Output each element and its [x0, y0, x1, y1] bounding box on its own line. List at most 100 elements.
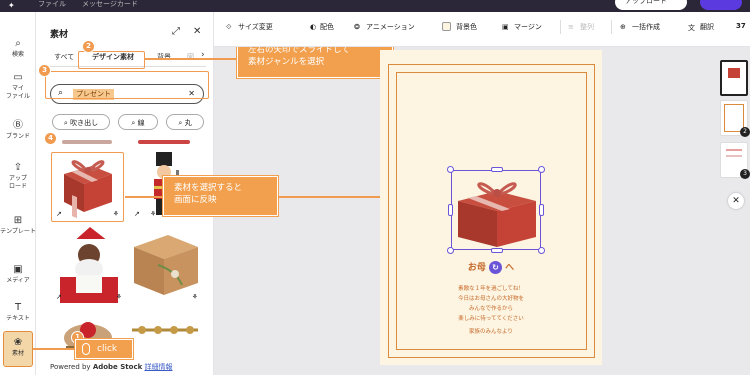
share-button[interactable]	[700, 0, 742, 10]
rail-item-my-files[interactable]: ▭ マイ ファイル	[0, 72, 36, 101]
page-thumb-1[interactable]	[720, 60, 748, 96]
rail-item-upload[interactable]: ⇪ アップ ロード	[0, 162, 36, 191]
rail-item-text[interactable]: T テキスト	[0, 302, 36, 323]
card-heading: お母 ↻ へ	[380, 260, 602, 274]
heading-suffix: へ	[505, 263, 515, 273]
margin-icon: ▣	[502, 23, 509, 31]
bg-color-swatch-icon	[442, 22, 451, 31]
close-icon[interactable]: ✕	[193, 26, 201, 37]
adobe-stock-icon: ⚘	[115, 293, 122, 301]
chip-line[interactable]: ⌕ 線	[118, 114, 158, 130]
zoom-level[interactable]: 37	[736, 22, 746, 30]
rail-label: マイ ファイル	[5, 85, 30, 100]
asset-garland[interactable]	[128, 308, 202, 358]
panel-title: 素材	[50, 30, 69, 40]
toolbar-divider	[611, 20, 612, 34]
adobe-stock-icon: ⚘	[150, 210, 157, 218]
footer-prefix: Powered by	[50, 363, 91, 371]
page-number: 2	[740, 127, 750, 137]
search-icon: ⌕	[15, 38, 21, 49]
resize-icon: ↗	[56, 293, 62, 301]
step3-highlight	[45, 71, 209, 99]
folder-icon: ▭	[13, 72, 23, 83]
learn-more-link[interactable]: 詳細情報	[144, 363, 172, 371]
partial-thumb[interactable]	[128, 136, 202, 146]
stock-footer: Powered by Adobe Stock 詳細情報	[50, 362, 172, 372]
card-signature: 家族のみんなより	[469, 329, 513, 335]
color-button[interactable]: 配色	[320, 22, 334, 32]
upload-icon: ⇪	[13, 162, 23, 173]
rail-label: テキスト	[6, 315, 30, 322]
expand-icon[interactable]: ⤢	[172, 26, 180, 37]
selected-element[interactable]	[451, 170, 541, 250]
asset-santa[interactable]: ↗ ⚘	[52, 225, 126, 303]
rail-label: 検索	[11, 51, 24, 58]
tab-shapes[interactable]: 図	[187, 52, 194, 62]
card-message-line: 今日はお母さんの大好物を	[457, 296, 524, 302]
resize-handle-top[interactable]	[491, 167, 503, 172]
click-label: click	[75, 339, 133, 359]
resize-button[interactable]: サイズ変更	[238, 22, 273, 32]
garland-image	[132, 326, 198, 334]
close-icon[interactable]: ✕	[728, 193, 744, 209]
kraft-box-image	[134, 235, 198, 295]
resize-handle-tr[interactable]	[538, 166, 545, 173]
batch-create-button[interactable]: 一括作成	[632, 22, 660, 32]
document-title[interactable]: メッセージカード	[82, 0, 138, 9]
resize-handle-bl[interactable]	[447, 247, 454, 254]
text-icon: T	[14, 302, 22, 313]
animation-button[interactable]: アニメーション	[366, 22, 415, 32]
rail-item-elements[interactable]: ❀ 素材	[3, 331, 33, 367]
step2-highlight	[78, 51, 145, 69]
resize-icon: ↗	[134, 210, 140, 218]
callout-apply-element: 素材を選択すると 画面に反映	[163, 176, 278, 216]
adobe-stock-icon: ⚘	[191, 293, 198, 301]
bg-color-button[interactable]: 背景色	[456, 22, 477, 32]
translate-icon: 文	[688, 24, 695, 32]
rail-item-media[interactable]: ▣ メディア	[0, 264, 36, 285]
click-connector	[33, 348, 75, 350]
page-thumb-3[interactable]: 3	[720, 142, 750, 179]
rail-label: ブランド	[5, 133, 30, 140]
brand-icon: Ⓑ	[13, 120, 23, 131]
card-message-line: 楽しみに待っててください	[458, 316, 524, 322]
heading-prefix: お母	[467, 263, 486, 273]
tab-all[interactable]: すべて	[54, 52, 74, 62]
mini-text-line	[726, 155, 742, 157]
chip-speech-bubble[interactable]: ⌕ 吹き出し	[52, 114, 110, 130]
app-logo-icon[interactable]: ✦	[8, 1, 17, 10]
mouse-icon	[82, 343, 90, 355]
chip-label: 吹き出し	[70, 119, 99, 127]
margin-button[interactable]: マージン	[514, 22, 542, 32]
rail-item-search[interactable]: ⌕ 検索	[0, 38, 36, 59]
step-badge-2: 2	[82, 40, 95, 53]
page-number: 3	[740, 169, 750, 179]
callout-connector	[145, 58, 236, 60]
toolbar-divider	[560, 20, 561, 34]
resize-handle-right[interactable]	[539, 204, 544, 216]
media-icon: ▣	[13, 264, 23, 275]
step-badge-4: 4	[44, 132, 57, 145]
rotate-icon[interactable]: ↻	[489, 261, 502, 274]
animation-icon: ❂	[354, 23, 360, 31]
translate-button[interactable]: 翻訳	[700, 22, 714, 32]
menu-file[interactable]: ファイル	[38, 0, 66, 9]
resize-icon: ⟐	[226, 23, 232, 31]
rail-label: アップ ロード	[8, 175, 27, 190]
mini-text-line	[726, 149, 742, 151]
resize-handle-br[interactable]	[538, 247, 545, 254]
rail-item-templates[interactable]: ⊞ テンプレート	[0, 215, 36, 236]
page-thumb-2[interactable]: 2	[720, 100, 750, 137]
card-message-line: 素敵な１年を過ごしてね！	[458, 286, 524, 292]
align-button[interactable]: 整列	[580, 22, 594, 32]
card-message-line: みんなで作るから	[468, 306, 513, 312]
resize-handle-bottom[interactable]	[491, 248, 503, 253]
resize-handle-tl[interactable]	[447, 166, 454, 173]
chip-circle[interactable]: ⌕ 丸	[166, 114, 204, 130]
tab-background[interactable]: 背景	[157, 52, 171, 62]
resize-handle-left[interactable]	[448, 204, 453, 216]
rail-item-brand[interactable]: Ⓑ ブランド	[0, 120, 36, 141]
upload-button[interactable]: アップロード	[615, 0, 687, 10]
asset-kraft-box[interactable]: ⚘	[128, 225, 202, 303]
palette-icon: ◐	[310, 23, 317, 31]
